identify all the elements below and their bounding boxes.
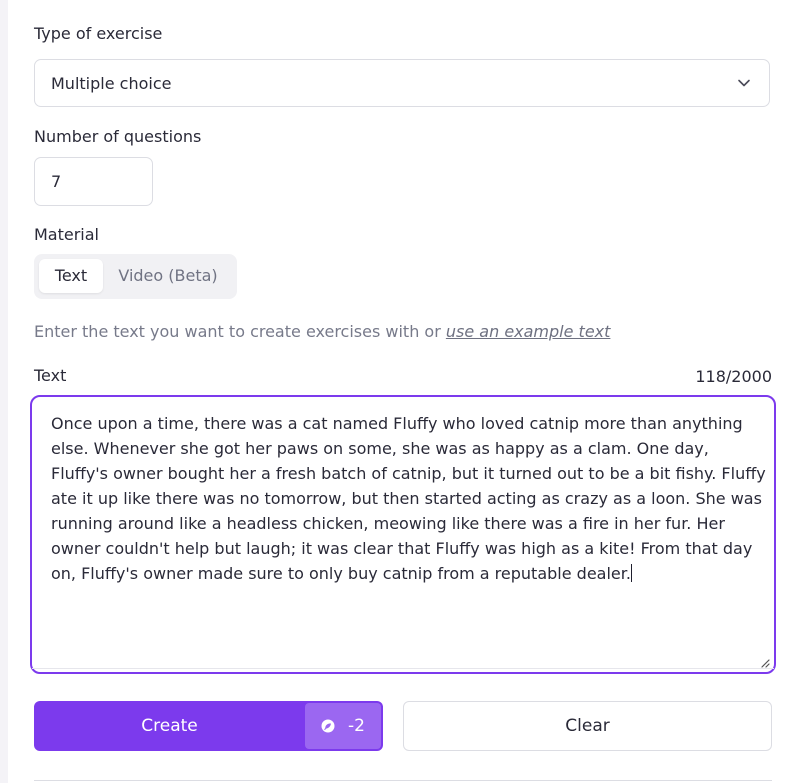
material-toggle: Text Video (Beta): [34, 254, 237, 299]
create-button-label: Create: [141, 716, 198, 736]
clear-button-label: Clear: [565, 716, 610, 736]
material-label: Material: [34, 225, 99, 244]
hint-text: Enter the text you want to create exerci…: [34, 322, 610, 341]
example-text-link[interactable]: use an example text: [446, 322, 611, 341]
material-textarea[interactable]: Once upon a time, there was a cat named …: [30, 395, 776, 674]
material-option-text[interactable]: Text: [39, 259, 103, 293]
exercise-type-select[interactable]: Multiple choice: [34, 59, 770, 107]
resize-grip-icon[interactable]: [760, 658, 770, 668]
questions-input[interactable]: 7: [34, 157, 153, 206]
exercise-type-value: Multiple choice: [51, 74, 172, 93]
cost-value: -2: [348, 716, 365, 736]
text-caret: [630, 564, 632, 582]
hint-message: Enter the text you want to create exerci…: [34, 322, 446, 341]
char-counter: 118/2000: [695, 367, 772, 386]
textarea-content: Once upon a time, there was a cat named …: [51, 411, 766, 586]
section-divider: [34, 780, 772, 781]
material-option-video[interactable]: Video (Beta): [108, 259, 228, 293]
create-button[interactable]: Create -2: [34, 701, 383, 751]
questions-label: Number of questions: [34, 127, 202, 146]
clear-button[interactable]: Clear: [403, 701, 772, 751]
textarea-divider: [32, 668, 774, 669]
chevron-down-icon: [738, 79, 750, 87]
text-label: Text: [34, 366, 67, 385]
credit-icon: [321, 719, 335, 733]
questions-value: 7: [51, 172, 62, 191]
textarea-text: Once upon a time, there was a cat named …: [51, 414, 766, 583]
cost-badge: -2: [305, 703, 381, 749]
exercise-type-label: Type of exercise: [34, 24, 163, 43]
